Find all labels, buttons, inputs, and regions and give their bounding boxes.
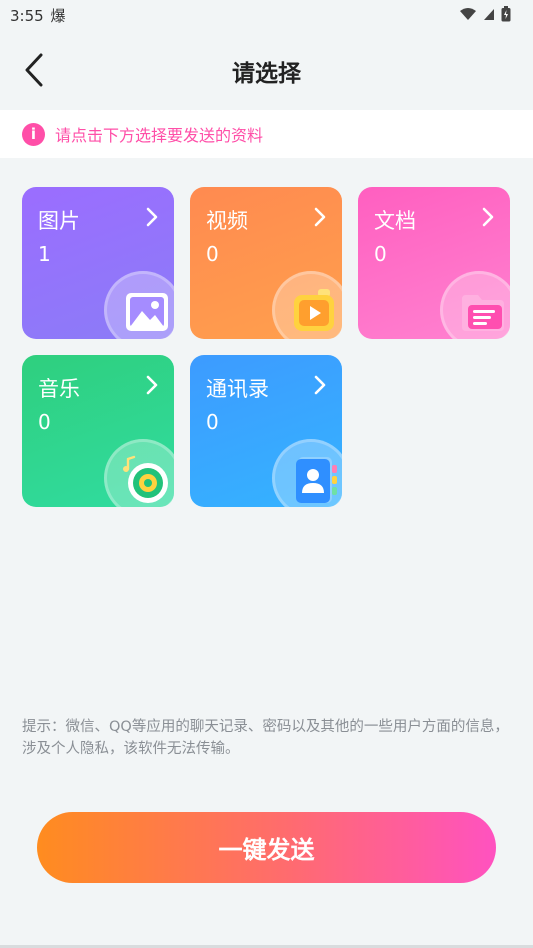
- status-bar: 3:55 爆: [0, 0, 533, 30]
- category-card-video[interactable]: 视频 0: [190, 187, 342, 339]
- chevron-right-icon: [314, 375, 326, 395]
- category-label: 文档: [374, 209, 416, 233]
- category-card-photos[interactable]: 图片 1: [22, 187, 174, 339]
- chevron-right-icon: [482, 207, 494, 227]
- chevron-right-icon: [146, 207, 158, 227]
- privacy-tip: 提示：微信、QQ等应用的聊天记录、密码以及其他的一些用户方面的信息，涉及个人隐私…: [22, 719, 509, 757]
- header: 请选择: [0, 30, 533, 110]
- category-count: 1: [38, 242, 51, 266]
- notice-banner: i 请点击下方选择要发送的资料: [0, 110, 533, 158]
- image-icon: [126, 293, 168, 331]
- info-icon: i: [22, 122, 45, 146]
- wifi-icon: [460, 8, 476, 20]
- category-label: 视频: [206, 209, 248, 233]
- signal-icon: [484, 9, 494, 20]
- category-card-contacts[interactable]: 通讯录 0: [190, 355, 342, 507]
- battery-icon: [501, 6, 511, 22]
- music-disc-icon: [123, 455, 168, 503]
- category-count: 0: [206, 410, 219, 434]
- category-count: 0: [206, 242, 219, 266]
- status-alert-glyph: 爆: [50, 7, 66, 25]
- category-count: 0: [38, 410, 51, 434]
- chevron-right-icon: [146, 375, 158, 395]
- status-time-text: 3:55: [10, 7, 44, 25]
- folder-icon: [462, 295, 504, 331]
- category-count: 0: [374, 242, 387, 266]
- notice-text: 请点击下方选择要发送的资料: [55, 126, 264, 145]
- contact-book-icon: [296, 457, 337, 503]
- category-label: 通讯录: [206, 377, 269, 401]
- chevron-right-icon: [314, 207, 326, 227]
- status-time: 3:55 爆: [10, 5, 65, 26]
- category-label: 图片: [38, 209, 80, 233]
- video-icon: [294, 289, 334, 331]
- category-card-music[interactable]: 音乐 0: [22, 355, 174, 507]
- category-label: 音乐: [38, 377, 80, 401]
- status-icons: [459, 6, 511, 22]
- send-all-button[interactable]: 一键发送: [37, 812, 496, 883]
- page-title: 请选择: [232, 61, 301, 87]
- category-card-documents[interactable]: 文档 0: [358, 187, 510, 339]
